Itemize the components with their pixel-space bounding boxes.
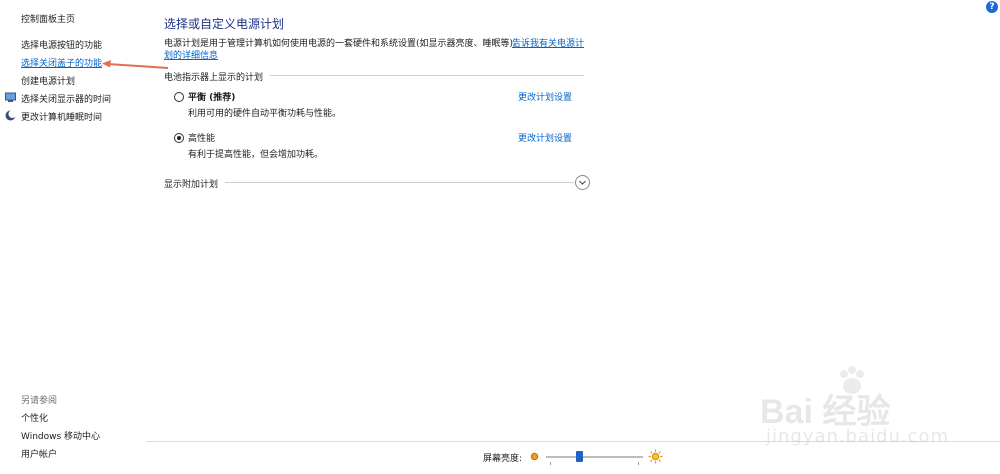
plan-high-performance-name: 高性能: [188, 134, 216, 144]
slider-tick: [638, 462, 639, 465]
sidebar-item-lid-close[interactable]: 选择关闭盖子的功能: [21, 56, 102, 69]
see-also-user-accounts[interactable]: 用户帐户: [21, 447, 57, 460]
battery-section-divider: [270, 75, 584, 76]
sidebar-item-sleep-time[interactable]: 更改计算机睡眠时间: [21, 110, 102, 123]
brightness-slider[interactable]: [546, 450, 643, 465]
see-also-personalization[interactable]: 个性化: [21, 411, 48, 424]
help-icon[interactable]: ?: [986, 1, 998, 13]
sidebar-item-create-plan[interactable]: 创建电源计划: [21, 74, 75, 87]
page-title: 选择或自定义电源计划: [164, 17, 285, 31]
see-also-title: 另请参阅: [21, 396, 58, 406]
sidebar-item-display-off[interactable]: 选择关闭显示器的时间: [21, 92, 111, 105]
brightness-label: 屏幕亮度:: [483, 454, 523, 464]
brightness-high-icon: [648, 449, 663, 464]
plan-balanced-name: 平衡 (推荐): [188, 93, 236, 103]
sidebar-control-panel-home[interactable]: 控制面板主页: [21, 12, 75, 25]
plan-high-performance-change-settings[interactable]: 更改计划设置: [518, 131, 572, 144]
moon-icon: [5, 110, 16, 121]
plan-high-performance-description: 有利于提高性能，但会增加功耗。: [188, 150, 324, 160]
see-also-mobility-center[interactable]: Windows 移动中心: [21, 429, 100, 442]
show-additional-plans-label[interactable]: 显示附加计划: [164, 177, 218, 190]
annotation-arrow: [102, 60, 169, 69]
plan-balanced-change-settings[interactable]: 更改计划设置: [518, 90, 572, 103]
plan-high-performance-radio[interactable]: [174, 133, 184, 143]
brightness-low-icon: [530, 452, 539, 461]
battery-plans-section-label: 电池指示器上显示的计划: [164, 73, 264, 83]
slider-tick: [550, 462, 551, 465]
sidebar-item-power-button[interactable]: 选择电源按钮的功能: [21, 38, 102, 51]
plan-balanced-description: 利用可用的硬件自动平衡功耗与性能。: [188, 109, 342, 119]
brightness-slider-thumb[interactable]: [576, 451, 583, 462]
watermark-url: jingyan.baidu.com: [766, 426, 950, 447]
learn-more-link-continued[interactable]: 划的详细信息: [164, 48, 218, 61]
chevron-down-icon: [579, 180, 586, 185]
expand-additional-plans[interactable]: [575, 175, 590, 190]
radio-selected-dot: [177, 136, 181, 140]
display-icon: [5, 92, 16, 102]
additional-section-divider: [225, 182, 574, 183]
brightness-slider-track: [546, 456, 643, 458]
learn-more-link[interactable]: 告诉我有关电源计: [512, 36, 584, 49]
plan-balanced-radio[interactable]: [174, 92, 184, 102]
